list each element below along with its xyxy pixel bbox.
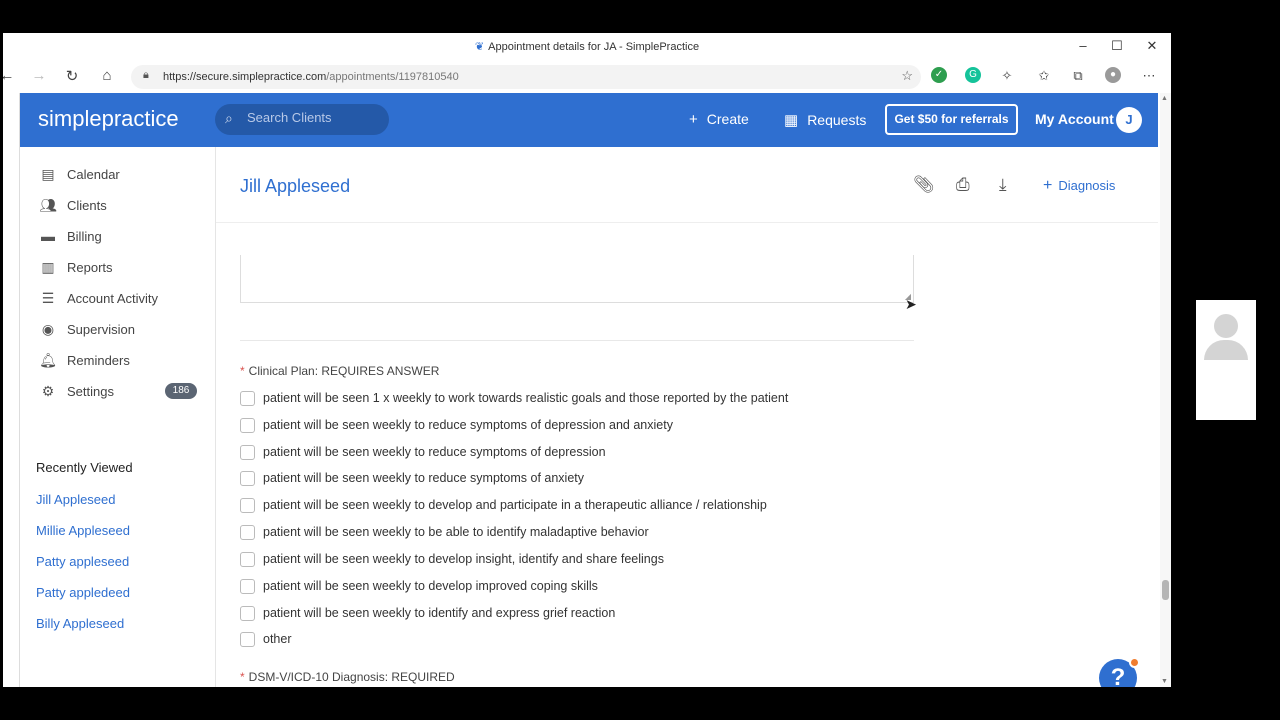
mouse-cursor-icon: ➤	[905, 296, 917, 312]
recently-viewed-heading: Recently Viewed	[36, 460, 133, 475]
simplepractice-logo[interactable]: simplepractice	[38, 106, 179, 132]
sidebar-item-clients[interactable]: 👥︎ Clients	[38, 197, 107, 214]
create-button[interactable]: + Create	[689, 111, 749, 128]
person-placeholder-icon	[1214, 314, 1238, 338]
help-notification-dot	[1129, 657, 1140, 668]
sidebar-item-billing[interactable]: ▬ Billing	[38, 228, 102, 244]
checkbox[interactable]	[240, 498, 255, 513]
browser-window: ❦ Appointment details for JA - SimplePrac…	[3, 33, 1171, 687]
checkbox[interactable]	[240, 445, 255, 460]
url-text: https://secure.simplepractice.com/appoin…	[163, 71, 459, 83]
profile-icon[interactable]: ●	[1105, 67, 1121, 83]
header-divider	[216, 222, 1158, 223]
window-title: ❦ Appointment details for JA - SimplePrac…	[474, 41, 700, 53]
reports-icon: ▥	[41, 259, 55, 275]
scrollbar-thumb[interactable]	[1162, 580, 1169, 600]
more-options-icon[interactable]: ⋯	[1140, 68, 1158, 84]
lock-icon: 🔒︎	[143, 69, 149, 81]
calendar-request-icon: ▦	[784, 112, 799, 129]
my-account-button[interactable]: My Account	[1035, 111, 1114, 127]
recent-client-link[interactable]: Millie Appleseed	[36, 523, 130, 538]
add-diagnosis-button[interactable]: + Diagnosis	[1043, 177, 1115, 195]
clinical-plan-label: * Clinical Plan: REQUIRES ANSWER	[240, 364, 440, 378]
checkbox[interactable]	[240, 606, 255, 621]
download-icon[interactable]: ⤓	[999, 175, 1007, 195]
checkbox[interactable]	[240, 418, 255, 433]
bell-icon: 🔔︎	[39, 352, 57, 368]
simplepractice-butterfly-icon: ❦	[474, 41, 485, 53]
extension-check-icon[interactable]: ✓	[931, 67, 947, 83]
billing-icon: ▬	[41, 228, 55, 244]
client-name-link[interactable]: Jill Appleseed	[240, 176, 350, 197]
person-placeholder-body	[1204, 340, 1248, 360]
scroll-down-icon[interactable]: ▼	[1161, 678, 1168, 685]
title-bar: ❦ Appointment details for JA - SimplePrac…	[3, 33, 1171, 61]
forward-icon[interactable]: →	[29, 67, 49, 84]
checkbox[interactable]	[240, 632, 255, 647]
page-scrollbar[interactable]: ▲ ▼	[1160, 93, 1171, 687]
favorite-star-icon[interactable]: ☆	[901, 68, 913, 84]
reminders-count-badge: 186	[165, 383, 197, 399]
adjacent-window-edge	[3, 93, 20, 687]
search-icon: ⌕	[225, 110, 233, 126]
section-divider	[240, 340, 914, 341]
home-icon[interactable]: ⌂	[97, 67, 117, 84]
eye-icon: ◉	[41, 321, 55, 337]
dsm-diagnosis-label: * DSM-V/ICD-10 Diagnosis: REQUIRED	[240, 670, 455, 684]
address-bar-row: ← → ↻ ⌂ 🔒︎ https://secure.simplepractice…	[3, 61, 1171, 93]
extensions-puzzle-icon[interactable]: ✧	[998, 68, 1016, 84]
recent-client-link[interactable]: Patty appledeed	[36, 585, 130, 600]
print-icon[interactable]: ⎙	[956, 175, 970, 195]
clients-icon: 👥︎	[39, 197, 57, 213]
recent-client-link[interactable]: Jill Appleseed	[36, 492, 116, 507]
plus-icon: +	[1043, 177, 1053, 194]
requests-button[interactable]: ▦ Requests	[784, 111, 866, 129]
checkbox[interactable]	[240, 471, 255, 486]
note-textarea[interactable]: ◢	[240, 255, 914, 303]
app-header: simplepractice ⌕ +Create ▦Requests Get $…	[20, 93, 1158, 147]
client-search[interactable]: ⌕	[215, 104, 389, 135]
gear-icon: ⚙	[41, 383, 55, 399]
recent-client-link[interactable]: Patty appleseed	[36, 554, 129, 569]
referral-button[interactable]: Get $50 for referrals	[885, 104, 1018, 135]
sidebar-item-account-activity[interactable]: ☰ Account Activity	[38, 290, 158, 307]
webcam-thumbnail	[1196, 300, 1256, 420]
plus-icon: +	[689, 111, 698, 128]
avatar[interactable]: J	[1116, 107, 1142, 133]
minimize-button[interactable]: –	[1073, 38, 1093, 53]
sidebar-item-reminders[interactable]: 🔔︎ Reminders	[38, 352, 130, 369]
recent-client-link[interactable]: Billy Appleseed	[36, 616, 124, 631]
sidebar: ▤ Calendar 👥︎ Clients ▬ Billing ▥ Reports ☰ A…	[20, 147, 216, 687]
checkbox[interactable]	[240, 579, 255, 594]
calendar-icon: ▤	[41, 166, 55, 182]
checkbox[interactable]	[240, 552, 255, 567]
close-window-button[interactable]: ✕	[1142, 38, 1162, 54]
scroll-up-icon[interactable]: ▲	[1161, 95, 1168, 102]
required-star: *	[240, 364, 245, 378]
url-bar[interactable]: 🔒︎ https://secure.simplepractice.com/app…	[131, 65, 921, 89]
main-content: Jill Appleseed 📎︎ ⎙ ⤓ + Diagnosis ◢ * Clin…	[216, 147, 1158, 687]
screen: ❦ Appointment details for JA - SimplePrac…	[0, 0, 1280, 720]
favorites-icon[interactable]: ✩	[1035, 68, 1053, 84]
collections-icon[interactable]: ⧉	[1069, 68, 1087, 84]
search-input[interactable]	[247, 110, 377, 125]
attachment-icon[interactable]: 📎︎	[913, 175, 935, 195]
list-icon: ☰	[41, 290, 55, 306]
checkbox[interactable]	[240, 525, 255, 540]
maximize-button[interactable]: ☐	[1107, 38, 1127, 54]
checkbox[interactable]	[240, 391, 255, 406]
grammarly-icon[interactable]: G	[965, 67, 981, 83]
sidebar-item-calendar[interactable]: ▤ Calendar	[38, 166, 119, 183]
sidebar-item-settings[interactable]: ⚙ Settings	[38, 383, 114, 400]
back-icon[interactable]: ←	[3, 67, 17, 84]
refresh-icon[interactable]: ↻	[62, 67, 82, 85]
sidebar-item-supervision[interactable]: ◉ Supervision	[38, 321, 135, 338]
required-star: *	[240, 670, 245, 684]
sidebar-item-reports[interactable]: ▥ Reports	[38, 259, 112, 276]
